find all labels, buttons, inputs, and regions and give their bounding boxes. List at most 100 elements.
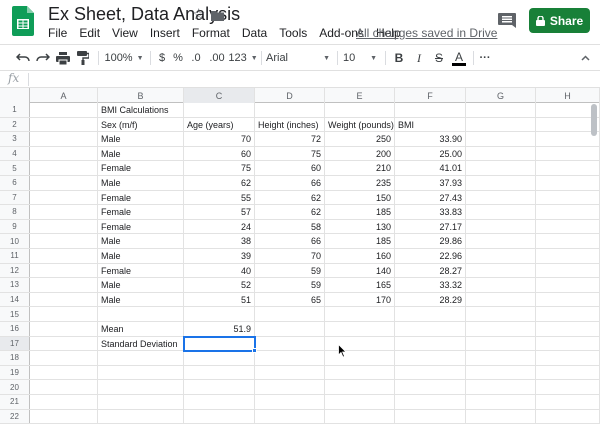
collapse-menu-icon[interactable]: [578, 49, 592, 67]
cell-g21[interactable]: [466, 395, 536, 409]
cell-b11[interactable]: Male: [98, 249, 184, 263]
cell-g7[interactable]: [466, 190, 536, 205]
menu-item-data[interactable]: Data: [242, 26, 267, 40]
cell-b5[interactable]: Female: [98, 161, 184, 175]
cell-c18[interactable]: [184, 351, 255, 365]
cell-e10[interactable]: 185: [325, 234, 395, 248]
cell-a8[interactable]: [30, 205, 98, 219]
cell-f7[interactable]: 27.43: [395, 190, 466, 205]
row-header[interactable]: 19: [0, 365, 30, 380]
column-header-h[interactable]: H: [536, 88, 600, 103]
cell-a10[interactable]: [30, 234, 98, 248]
cell-d1[interactable]: [255, 103, 325, 117]
cell-a14[interactable]: [30, 292, 98, 307]
cell-d17[interactable]: [255, 336, 325, 351]
cell-g20[interactable]: [466, 380, 536, 394]
column-header-d[interactable]: D: [255, 88, 325, 103]
cell-f1[interactable]: [395, 103, 466, 117]
cell-a9[interactable]: [30, 219, 98, 234]
cell-b18[interactable]: [98, 351, 184, 365]
cell-g22[interactable]: [466, 409, 536, 424]
cell-d16[interactable]: [255, 322, 325, 336]
menu-item-insert[interactable]: Insert: [150, 26, 180, 40]
cell-c16[interactable]: 51.9: [184, 322, 255, 336]
cell-f13[interactable]: 33.32: [395, 278, 466, 292]
cell-b20[interactable]: [98, 380, 184, 394]
cell-c20[interactable]: [184, 380, 255, 394]
cell-e17[interactable]: [325, 336, 395, 351]
cell-e13[interactable]: 165: [325, 278, 395, 292]
cell-b2[interactable]: Sex (m/f): [98, 117, 184, 132]
menu-item-tools[interactable]: Tools: [279, 26, 307, 40]
cell-c19[interactable]: [184, 365, 255, 380]
cell-e6[interactable]: 235: [325, 176, 395, 190]
cell-a12[interactable]: [30, 263, 98, 278]
menu-item-file[interactable]: File: [48, 26, 67, 40]
cell-g12[interactable]: [466, 263, 536, 278]
bold-button[interactable]: B: [392, 49, 406, 67]
cell-c1[interactable]: [184, 103, 255, 117]
cell-g18[interactable]: [466, 351, 536, 365]
cell-g3[interactable]: [466, 132, 536, 146]
cell-e14[interactable]: 170: [325, 292, 395, 307]
select-all-corner[interactable]: [0, 88, 30, 103]
cell-f14[interactable]: 28.29: [395, 292, 466, 307]
cell-f3[interactable]: 33.90: [395, 132, 466, 146]
cell-e1[interactable]: [325, 103, 395, 117]
cell-d6[interactable]: 66: [255, 176, 325, 190]
cell-h14[interactable]: [536, 292, 600, 307]
strikethrough-button[interactable]: S: [432, 49, 446, 67]
cell-c17[interactable]: [184, 336, 255, 351]
cell-d15[interactable]: [255, 307, 325, 321]
cell-e9[interactable]: 130: [325, 219, 395, 234]
cell-a3[interactable]: [30, 132, 98, 146]
cell-d10[interactable]: 66: [255, 234, 325, 248]
cell-a19[interactable]: [30, 365, 98, 380]
cell-f8[interactable]: 33.83: [395, 205, 466, 219]
redo-icon[interactable]: [34, 49, 52, 67]
cell-c6[interactable]: 62: [184, 176, 255, 190]
row-header[interactable]: 1: [0, 103, 30, 117]
cell-c12[interactable]: 40: [184, 263, 255, 278]
row-header[interactable]: 11: [0, 249, 30, 263]
cell-h9[interactable]: [536, 219, 600, 234]
row-header[interactable]: 6: [0, 176, 30, 190]
cell-a11[interactable]: [30, 249, 98, 263]
cell-a21[interactable]: [30, 395, 98, 409]
cell-c8[interactable]: 57: [184, 205, 255, 219]
cell-c9[interactable]: 24: [184, 219, 255, 234]
cell-h15[interactable]: [536, 307, 600, 321]
cell-d11[interactable]: 70: [255, 249, 325, 263]
row-header[interactable]: 4: [0, 146, 30, 161]
cell-c22[interactable]: [184, 409, 255, 424]
cell-b1[interactable]: BMI Calculations: [98, 103, 184, 117]
cell-h8[interactable]: [536, 205, 600, 219]
cell-d2[interactable]: Height (inches): [255, 117, 325, 132]
cell-b8[interactable]: Female: [98, 205, 184, 219]
row-header[interactable]: 9: [0, 219, 30, 234]
cell-h16[interactable]: [536, 322, 600, 336]
cell-c4[interactable]: 60: [184, 146, 255, 161]
font-family-select[interactable]: Arial ▼: [266, 49, 332, 67]
font-size-select[interactable]: 10 ▼: [343, 49, 379, 67]
cell-f21[interactable]: [395, 395, 466, 409]
menu-item-edit[interactable]: Edit: [79, 26, 100, 40]
currency-format-button[interactable]: $: [156, 49, 168, 67]
row-header[interactable]: 15: [0, 307, 30, 321]
cell-b12[interactable]: Female: [98, 263, 184, 278]
cell-f11[interactable]: 22.96: [395, 249, 466, 263]
cell-b14[interactable]: Male: [98, 292, 184, 307]
cell-a2[interactable]: [30, 117, 98, 132]
cell-f5[interactable]: 41.01: [395, 161, 466, 175]
cell-d18[interactable]: [255, 351, 325, 365]
cell-g13[interactable]: [466, 278, 536, 292]
row-header[interactable]: 20: [0, 380, 30, 394]
cell-a6[interactable]: [30, 176, 98, 190]
cell-e21[interactable]: [325, 395, 395, 409]
zoom-select[interactable]: 100% ▼: [104, 49, 144, 67]
cell-f17[interactable]: [395, 336, 466, 351]
cell-a13[interactable]: [30, 278, 98, 292]
cell-g19[interactable]: [466, 365, 536, 380]
column-header-c[interactable]: C: [184, 88, 255, 103]
row-header[interactable]: 5: [0, 161, 30, 175]
